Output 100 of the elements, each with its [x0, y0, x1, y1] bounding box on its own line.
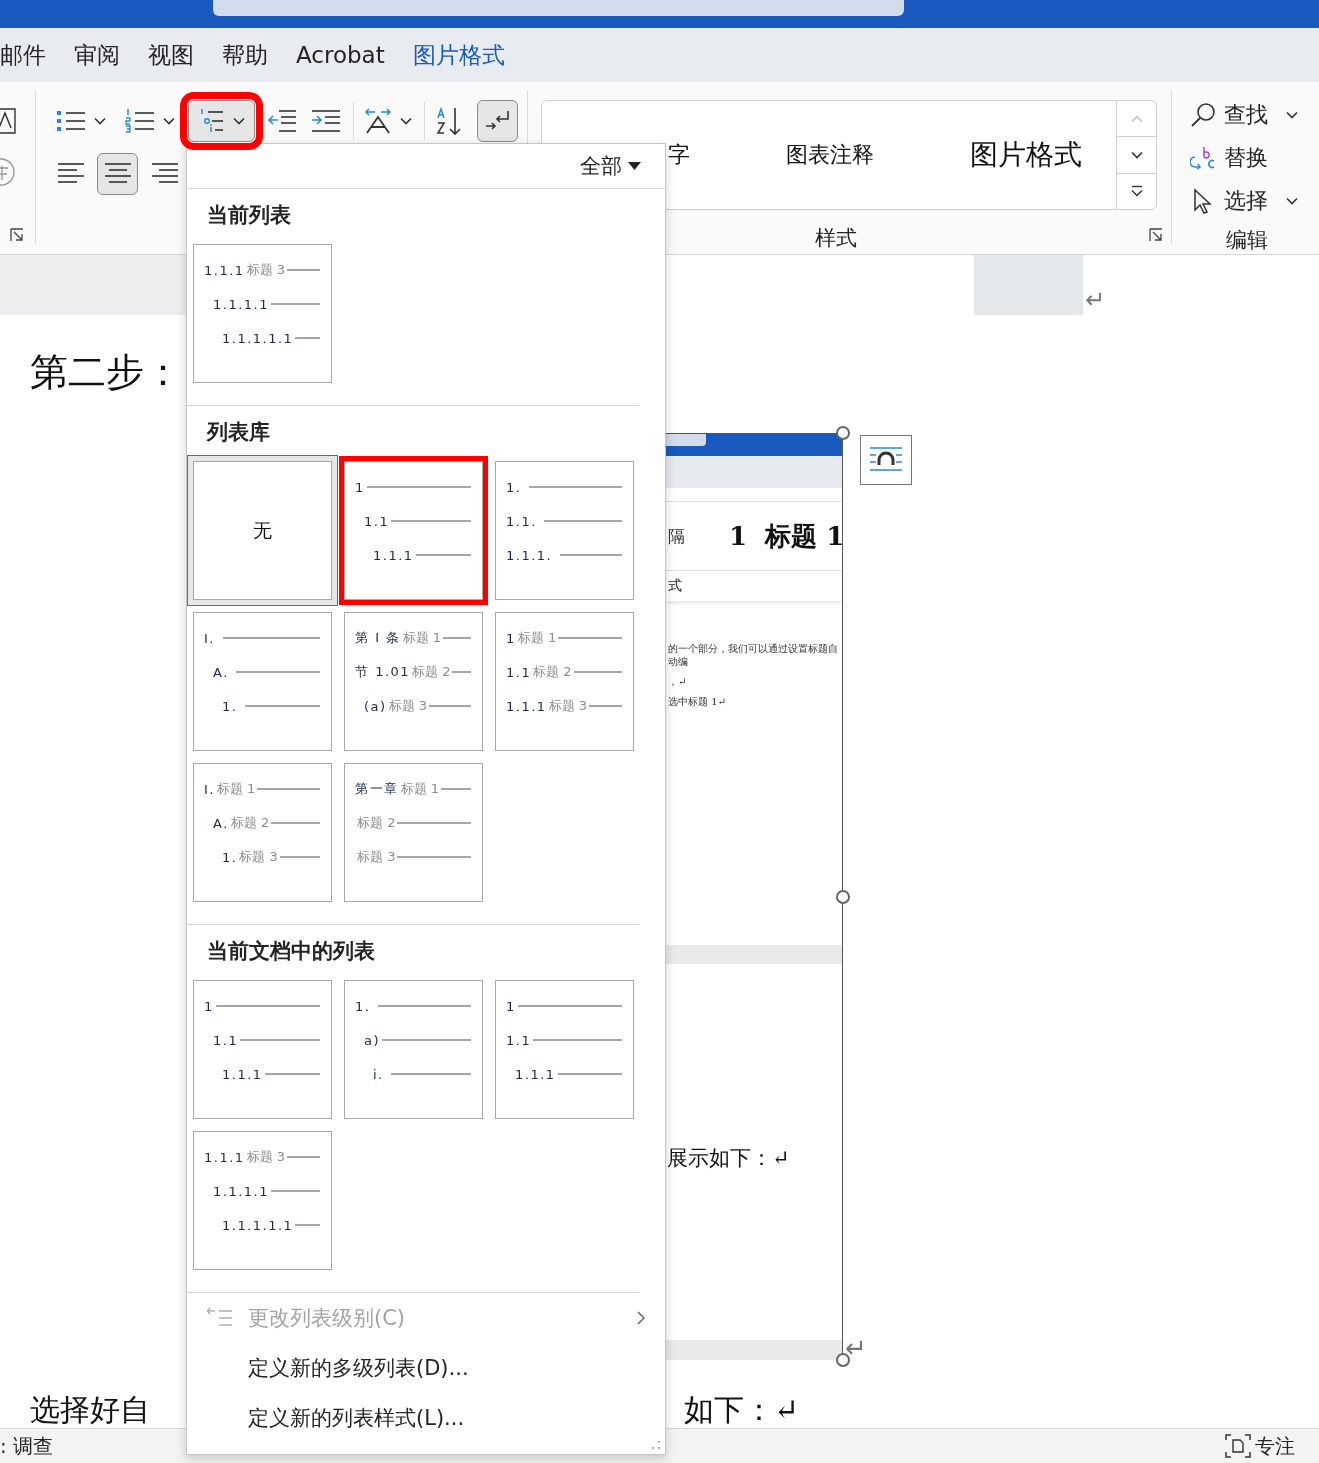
- select-button[interactable]: 选择: [1190, 182, 1298, 220]
- align-center-button[interactable]: [97, 153, 138, 195]
- list-number: A.: [213, 815, 229, 831]
- resize-handle[interactable]: [836, 1353, 850, 1367]
- style-item[interactable]: 字: [668, 140, 690, 170]
- multilevel-list-icon: [198, 108, 225, 134]
- style-item[interactable]: 图片格式: [970, 136, 1082, 174]
- list-number: 1: [355, 479, 365, 495]
- heading-caption: 标题 3: [239, 848, 278, 866]
- list-style-option[interactable]: 1 标题 1 1.1 标题 2 1.1.1 标题 3: [489, 606, 640, 757]
- search-field[interactable]: [213, 0, 904, 16]
- body-text: 选择好自: [30, 1392, 150, 1428]
- layout-options-button[interactable]: [860, 435, 912, 485]
- list-style-option[interactable]: 无: [187, 455, 338, 606]
- group-label: 样式: [814, 225, 858, 252]
- list-number: 第 Ⅰ 条: [355, 629, 401, 647]
- wrap-text-icon: [869, 446, 903, 474]
- ribbon-tab[interactable]: 视图: [148, 39, 194, 71]
- list-number: 1: [506, 630, 516, 646]
- list-number: 1.1.1: [204, 1149, 245, 1165]
- menu-item[interactable]: 定义新的列表样式(L)...: [187, 1393, 665, 1443]
- list-number: 1.1.1.1: [213, 296, 269, 312]
- heading-caption: 标题 2: [533, 663, 572, 681]
- replace-button[interactable]: 替换: [1190, 139, 1298, 177]
- list-number: 1.1.: [506, 513, 538, 529]
- decrease-indent-icon: [267, 108, 297, 134]
- body-text: 的一个部分，我们可以通过设置标题自动编: [668, 642, 839, 668]
- list-number: 1.: [222, 698, 239, 714]
- style-name: 隔: [668, 524, 685, 548]
- list-style-option[interactable]: 1 1.1 1.1.1: [489, 974, 640, 1125]
- group-label: 式: [668, 577, 682, 595]
- chevron-down-icon: [1286, 110, 1298, 119]
- return-arrow-icon: [484, 110, 511, 132]
- style-name: 1 标题 1: [729, 519, 842, 553]
- list-style-option[interactable]: 第 Ⅰ 条 标题 1 节 1.01 标题 2 (a)标题 3: [338, 606, 489, 757]
- list-number: 1.1.1: [506, 698, 547, 714]
- list-number: A.: [213, 664, 230, 680]
- style-item[interactable]: 图表注释: [786, 140, 874, 170]
- numbered-list-icon: [125, 108, 155, 134]
- list-style-option[interactable]: 1. 1.1. 1.1.1.: [489, 455, 640, 606]
- ribbon-tab[interactable]: 帮助: [222, 39, 268, 71]
- section-title: 当前文档中的列表: [206, 938, 376, 965]
- filter-dropdown[interactable]: 全部: [580, 152, 641, 180]
- list-number: 1.: [506, 479, 523, 495]
- list-style-option[interactable]: 1.1.1 标题 3 1.1.1.1 1.1.1.1.1: [187, 1125, 338, 1276]
- list-number: 1.1.1.: [506, 547, 554, 563]
- heading-caption: 标题 1: [400, 780, 439, 798]
- resize-handle[interactable]: [836, 426, 850, 440]
- chevron-down-icon: [400, 117, 412, 125]
- menu-item[interactable]: 定义新的多级列表(D)...: [187, 1343, 665, 1393]
- dialog-launcher-icon[interactable]: [10, 228, 24, 242]
- heading-caption: 标题 2: [412, 663, 451, 681]
- list-number: I.: [204, 781, 215, 797]
- chevron-right-icon: [637, 1311, 645, 1325]
- sort-icon: [436, 106, 464, 136]
- heading-caption: 标题 1: [216, 780, 256, 798]
- list-style-option[interactable]: 1 1.1 1.1.1: [338, 455, 489, 606]
- list-number: 1.1.1.1.1: [222, 1217, 294, 1233]
- resize-handle[interactable]: [836, 890, 850, 904]
- list-style-option[interactable]: 1.1.1 标题 3 1.1.1.1 1.1.1.1.1: [187, 238, 338, 389]
- list-style-option[interactable]: I. A. 1.: [187, 606, 338, 757]
- ribbon-tab[interactable]: 图片格式: [412, 39, 505, 71]
- list-number: I.: [204, 630, 216, 646]
- chevron-down-icon: [1286, 197, 1298, 206]
- replace-icon: [1190, 145, 1216, 171]
- list-number: 节 1.01: [355, 663, 411, 681]
- list-number: a): [364, 1032, 381, 1048]
- list-style-option[interactable]: 1. a) i.: [338, 974, 489, 1125]
- heading-caption: 标题 3: [246, 1148, 285, 1166]
- show-marks-button[interactable]: [477, 100, 518, 142]
- list-level-icon: [207, 1307, 233, 1329]
- list-style-option[interactable]: 1 1.1 1.1.1: [187, 974, 338, 1125]
- search-field: [666, 434, 706, 446]
- bullet-list-icon: [56, 108, 86, 134]
- focus-button[interactable]: 专注: [1225, 1432, 1295, 1460]
- status-text: : 调查: [0, 1432, 54, 1460]
- chevron-down-icon: [1130, 151, 1143, 159]
- heading-caption: 标题 3: [548, 697, 587, 715]
- resize-grip-icon[interactable]: [651, 1440, 661, 1450]
- ribbon-tab[interactable]: 审阅: [74, 39, 120, 71]
- group-label: 编辑: [1225, 227, 1269, 254]
- list-number: 1.1.1: [204, 262, 245, 278]
- ribbon-tab[interactable]: Acrobat: [296, 42, 385, 68]
- heading-caption: 标题 3: [388, 697, 428, 715]
- find-button[interactable]: 查找: [1190, 96, 1298, 134]
- ribbon-tab[interactable]: 邮件: [0, 39, 46, 71]
- list-number: 1.1.1: [373, 547, 414, 563]
- list-number: 1.1: [364, 513, 390, 529]
- list-number: 1.1: [506, 664, 532, 680]
- dialog-launcher-icon[interactable]: [1149, 228, 1163, 242]
- text-box-icon[interactable]: [0, 108, 16, 134]
- list-style-option[interactable]: 第一章 标题 1 标题 2 标题 3: [338, 757, 489, 908]
- list-number: 1: [204, 998, 214, 1014]
- list-number: 1.1.1: [515, 1066, 556, 1082]
- step-heading: 第二步：: [30, 349, 183, 395]
- heading-caption: 标题 1: [517, 629, 557, 647]
- inserted-image[interactable]: 隔 1 标题 1 式 的一个部分，我们可以通过设置标题自动编 ，↵ 选中标题 1↵ 展示如下：↵: [666, 433, 843, 1360]
- body-text: 如下：↵: [683, 1392, 799, 1428]
- list-style-option[interactable]: I.标题 1 A.标题 2 1.标题 3: [187, 757, 338, 908]
- heading-caption: 标题 1: [402, 629, 441, 647]
